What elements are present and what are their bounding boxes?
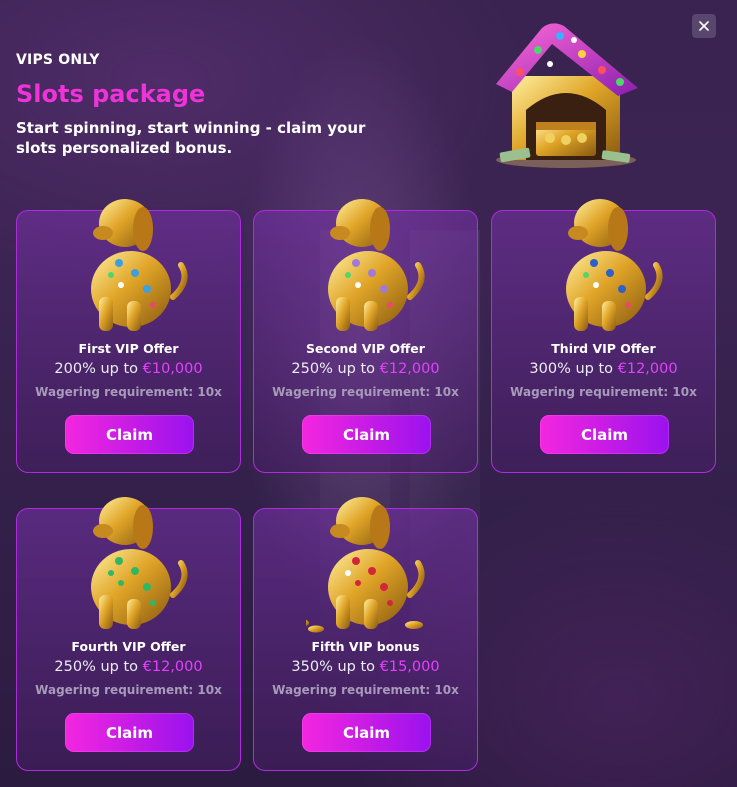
wagering-requirement: Wagering requirement: 10x [272, 385, 459, 399]
jeweled-dog-image [91, 199, 188, 331]
offer-title: Second VIP Offer [306, 341, 425, 356]
offer-value: 300% up to €12,000 [529, 361, 678, 377]
offer-amount: €10,000 [142, 361, 203, 377]
close-icon [699, 21, 709, 31]
offer-title: Third VIP Offer [551, 341, 656, 356]
offer-title: Fifth VIP bonus [311, 639, 420, 654]
offer-card-4: Fourth VIP Offer 250% up to €12,000 Wage… [16, 497, 241, 771]
claim-button[interactable]: Claim [302, 713, 431, 752]
jeweled-dog-image [328, 199, 425, 331]
offer-amount: €12,000 [142, 659, 203, 675]
jeweled-doghouse-image [496, 23, 638, 168]
offer-value: 200% up to €10,000 [54, 361, 203, 377]
offer-value: 350% up to €15,000 [291, 659, 440, 675]
jeweled-dog-image [306, 497, 425, 633]
claim-button[interactable]: Claim [540, 415, 669, 454]
offer-amount: €15,000 [379, 659, 440, 675]
offer-card-3: Third VIP Offer 300% up to €12,000 Wager… [491, 199, 716, 473]
offer-value: 250% up to €12,000 [291, 361, 440, 377]
offer-card-1: First VIP Offer 200% up to €10,000 Wager… [16, 199, 241, 473]
page-subtitle: Start spinning, start winning - claim yo… [16, 119, 366, 157]
wagering-requirement: Wagering requirement: 10x [35, 385, 222, 399]
page-title: Slots package [16, 80, 206, 108]
wagering-requirement: Wagering requirement: 10x [510, 385, 697, 399]
offer-title: First VIP Offer [78, 341, 179, 356]
offer-title: Fourth VIP Offer [71, 639, 186, 654]
claim-button[interactable]: Claim [65, 713, 194, 752]
close-button[interactable] [692, 14, 716, 38]
claim-button[interactable]: Claim [302, 415, 431, 454]
offer-amount: €12,000 [379, 361, 440, 377]
offer-card-5: Fifth VIP bonus 350% up to €15,000 Wager… [253, 497, 478, 771]
offer-amount: €12,000 [617, 361, 678, 377]
vips-only-label: VIPS ONLY [16, 52, 100, 68]
offer-card-2: Second VIP Offer 250% up to €12,000 Wage… [253, 199, 478, 473]
offer-value: 250% up to €12,000 [54, 659, 203, 675]
jeweled-dog-image [566, 199, 663, 331]
jeweled-dog-image [91, 497, 188, 629]
wagering-requirement: Wagering requirement: 10x [35, 683, 222, 697]
claim-button[interactable]: Claim [65, 415, 194, 454]
wagering-requirement: Wagering requirement: 10x [272, 683, 459, 697]
